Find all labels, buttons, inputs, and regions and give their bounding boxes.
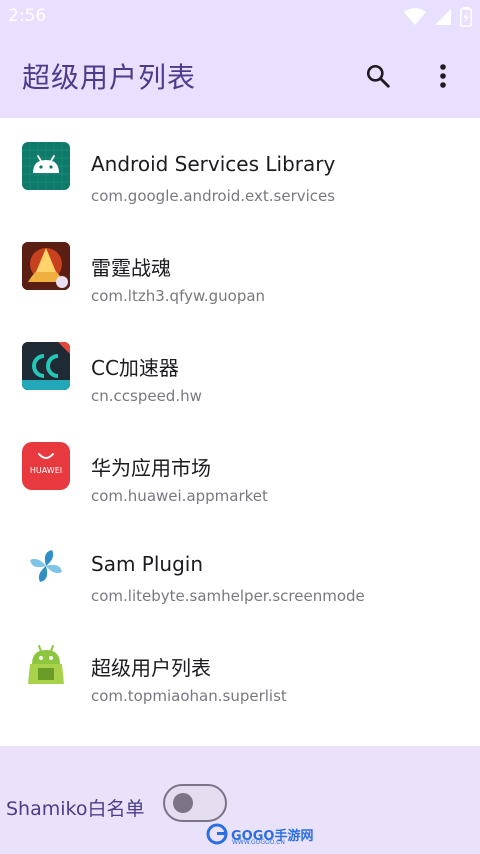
huawei-icon-text: HUAWEI xyxy=(30,466,62,475)
superlist-app-icon xyxy=(22,642,70,690)
page-title: 超级用户列表 xyxy=(22,61,197,94)
android-app-icon xyxy=(22,142,70,190)
app-package: com.topmiaohan.superlist xyxy=(91,687,287,705)
huawei-appmarket-icon: HUAWEI xyxy=(22,442,70,490)
search-icon xyxy=(366,64,390,88)
signal-icon xyxy=(435,9,451,25)
status-icons xyxy=(404,6,472,28)
gogo-logo-icon xyxy=(206,823,228,845)
app-package: com.huawei.appmarket xyxy=(91,487,268,505)
search-button[interactable] xyxy=(358,56,398,96)
app-name: 超级用户列表 xyxy=(91,656,211,680)
list-item[interactable]: HUAWEI 华为应用市场 com.huawei.appmarket xyxy=(0,418,480,518)
toggle-knob xyxy=(173,793,193,813)
shamiko-whitelist-toggle[interactable] xyxy=(163,784,227,822)
more-vert-icon xyxy=(440,64,446,88)
status-time: 2:56 xyxy=(8,6,47,26)
app-package: com.google.android.ext.services xyxy=(91,187,336,205)
wifi-icon xyxy=(404,8,426,25)
app-package: com.litebyte.samhelper.screenmode xyxy=(91,587,365,605)
watermark-sub: WWW.GOGOO.CN xyxy=(232,839,285,846)
sam-plugin-icon xyxy=(22,542,70,590)
app-bar: 超级用户列表 xyxy=(0,34,480,118)
list-item[interactable]: Sam Plugin com.litebyte.samhelper.screen… xyxy=(0,518,480,618)
app-name: Android Services Library xyxy=(91,152,336,176)
app-name: CC加速器 xyxy=(91,356,179,380)
status-bar: 2:56 xyxy=(0,0,480,34)
more-options-button[interactable] xyxy=(423,56,463,96)
watermark: GOGO手游网 WWW.GOGOO.CN xyxy=(206,820,313,848)
list-item[interactable]: 超级用户列表 com.topmiaohan.superlist xyxy=(0,618,480,718)
game-app-icon xyxy=(22,242,70,290)
list-item[interactable]: Android Services Library com.google.andr… xyxy=(0,118,480,218)
app-list: Android Services Library com.google.andr… xyxy=(0,118,480,746)
app-name: 华为应用市场 xyxy=(91,456,211,480)
app-name: 雷霆战魂 xyxy=(91,256,171,280)
list-item[interactable]: 雷霆战魂 com.ltzh3.qfyw.guopan xyxy=(0,218,480,318)
app-package: com.ltzh3.qfyw.guopan xyxy=(91,287,266,305)
shamiko-whitelist-label: Shamiko白名单 xyxy=(6,798,145,820)
battery-icon xyxy=(460,7,472,27)
cc-app-icon xyxy=(22,342,70,390)
app-name: Sam Plugin xyxy=(91,552,204,576)
app-package: cn.ccspeed.hw xyxy=(91,387,202,405)
list-item[interactable]: CC加速器 cn.ccspeed.hw xyxy=(0,318,480,418)
